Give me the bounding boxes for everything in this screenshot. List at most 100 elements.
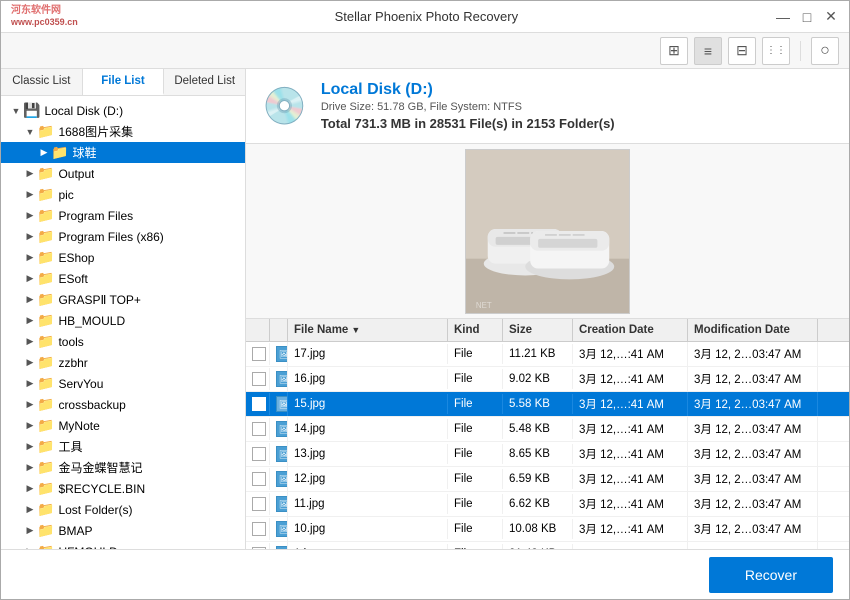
expand-icon[interactable]: ▶ [23, 503, 37, 517]
expand-icon[interactable]: ▶ [37, 146, 51, 160]
file-name-f3: 15.jpg [288, 394, 448, 414]
expand-icon[interactable]: ▶ [23, 251, 37, 265]
minimize-button[interactable]: — [775, 9, 791, 25]
col-creation-header[interactable]: Creation Date [573, 319, 688, 341]
tree-item-eshop[interactable]: ▶ 📁 EShop [1, 247, 245, 268]
checkbox-icon[interactable] [252, 372, 266, 386]
expand-icon[interactable]: ▶ [23, 293, 37, 307]
col-kind-label: Kind [454, 324, 480, 336]
file-checkbox-f2[interactable] [246, 368, 270, 390]
tree-item-crossbackup[interactable]: ▶ 📁 crossbackup [1, 394, 245, 415]
file-row-f7[interactable]: 🖼 11.jpg File 6.62 KB 3月 12,…:41 AM 3月 1… [246, 492, 849, 517]
checkbox-icon[interactable] [252, 522, 266, 536]
panel-toggle-button[interactable]: ○ [811, 37, 839, 65]
file-icon-f2: 🖼 [270, 367, 288, 391]
expand-icon[interactable]: ▼ [9, 104, 23, 118]
tree-item-zzbhr[interactable]: ▶ 📁 zzbhr [1, 352, 245, 373]
tree-item-1688[interactable]: ▼ 📁 1688图片采集 [1, 121, 245, 142]
expand-icon[interactable]: ▶ [23, 419, 37, 433]
file-row-f4[interactable]: 🖼 14.jpg File 5.48 KB 3月 12,…:41 AM 3月 1… [246, 417, 849, 442]
view-columns-button[interactable]: ⊟ [728, 37, 756, 65]
expand-icon[interactable]: ▶ [23, 398, 37, 412]
tree-item-tools[interactable]: ▶ 📁 tools [1, 331, 245, 352]
folder-icon: 📁 [37, 228, 54, 245]
expand-icon[interactable]: ▶ [23, 314, 37, 328]
file-icon-f5: 🖼 [270, 442, 288, 466]
expand-icon[interactable]: ▶ [23, 356, 37, 370]
tree-item-tools2[interactable]: ▶ 📁 工具 [1, 436, 245, 457]
expand-icon[interactable]: ▶ [23, 461, 37, 475]
file-checkbox-f4[interactable] [246, 418, 270, 440]
tab-classic-list[interactable]: Classic List [1, 69, 83, 95]
expand-icon[interactable]: ▶ [23, 188, 37, 202]
file-name-f2: 16.jpg [288, 369, 448, 389]
tree-item-bmap[interactable]: ▶ 📁 BMAP [1, 520, 245, 541]
tree-item-local-disk[interactable]: ▼ 💾 Local Disk (D:) [1, 100, 245, 121]
tree-item-output[interactable]: ▶ 📁 Output [1, 163, 245, 184]
col-kind-header[interactable]: Kind [448, 319, 503, 341]
tab-file-list[interactable]: File List [83, 69, 165, 95]
close-button[interactable]: ✕ [823, 9, 839, 25]
file-row-f2[interactable]: 🖼 16.jpg File 9.02 KB 3月 12,…:41 AM 3月 1… [246, 367, 849, 392]
view-list-button[interactable]: ≡ [694, 37, 722, 65]
tree-item-pic[interactable]: ▶ 📁 pic [1, 184, 245, 205]
file-row-f1[interactable]: 🖼 17.jpg File 11.21 KB 3月 12,…:41 AM 3月 … [246, 342, 849, 367]
expand-icon[interactable]: ▶ [23, 440, 37, 454]
expand-icon[interactable]: ▼ [23, 125, 37, 139]
file-icon-f3: 🖼 [270, 392, 288, 416]
expand-icon[interactable]: ▶ [23, 482, 37, 496]
col-modification-header[interactable]: Modification Date [688, 319, 818, 341]
file-row-f3[interactable]: 🖼 15.jpg File 5.58 KB 3月 12,…:41 AM 3月 1… [246, 392, 849, 417]
expand-icon[interactable]: ▶ [23, 272, 37, 286]
expand-icon[interactable]: ▶ [23, 377, 37, 391]
file-checkbox-f5[interactable] [246, 443, 270, 465]
expand-icon[interactable]: ▶ [23, 209, 37, 223]
file-thumb-icon: 🖼 [276, 346, 288, 362]
tree-item-jdjzhy[interactable]: ▶ 📁 金马金蝶智慧记 [1, 457, 245, 478]
recover-button[interactable]: Recover [709, 557, 833, 593]
checkbox-icon[interactable] [252, 497, 266, 511]
file-checkbox-f6[interactable] [246, 468, 270, 490]
tree-view[interactable]: ▼ 💾 Local Disk (D:) ▼ 📁 1688图片采集 ▶ 📁 球鞋 [1, 96, 245, 549]
view-grid-button[interactable]: ⊞ [660, 37, 688, 65]
tree-item-program-files[interactable]: ▶ 📁 Program Files [1, 205, 245, 226]
expand-icon[interactable]: ▶ [23, 524, 37, 538]
file-row-f9[interactable]: 🖼 1.jpg File 21.43 KB 3月 12,…:41 AM 3月 1… [246, 542, 849, 549]
checkbox-icon[interactable] [252, 397, 266, 411]
folder-icon: 📁 [37, 396, 54, 413]
file-row-f5[interactable]: 🖼 13.jpg File 8.65 KB 3月 12,…:41 AM 3月 1… [246, 442, 849, 467]
col-name-header[interactable]: File Name ▼ [288, 319, 448, 341]
file-thumb-icon: 🖼 [276, 521, 288, 537]
tree-item-program-files-x86[interactable]: ▶ 📁 Program Files (x86) [1, 226, 245, 247]
file-thumb-icon: 🖼 [276, 371, 288, 387]
watermark-text: 河东软件网 www.pc0359.cn [11, 5, 78, 28]
checkbox-icon[interactable] [252, 422, 266, 436]
expand-icon[interactable]: ▶ [23, 335, 37, 349]
file-row-f8[interactable]: 🖼 10.jpg File 10.08 KB 3月 12,…:41 AM 3月 … [246, 517, 849, 542]
tree-item-esoft[interactable]: ▶ 📁 ESoft [1, 268, 245, 289]
checkbox-icon[interactable] [252, 447, 266, 461]
file-checkbox-f8[interactable] [246, 518, 270, 540]
checkbox-icon[interactable] [252, 347, 266, 361]
maximize-button[interactable]: □ [799, 9, 815, 25]
file-checkbox-f3[interactable] [246, 393, 270, 415]
expand-icon[interactable]: ▶ [23, 167, 37, 181]
tree-item-label: pic [58, 188, 73, 202]
tree-item-recycle[interactable]: ▶ 📁 $RECYCLE.BIN [1, 478, 245, 499]
tab-deleted-list[interactable]: Deleted List [164, 69, 245, 95]
checkbox-icon[interactable] [252, 472, 266, 486]
tree-item-mynote[interactable]: ▶ 📁 MyNote [1, 415, 245, 436]
tree-item-grasp[interactable]: ▶ 📁 GRASPⅡ TOP+ [1, 289, 245, 310]
tree-item-qiuxie[interactable]: ▶ 📁 球鞋 [1, 142, 245, 163]
view-detail-button[interactable]: ⋮⋮ [762, 37, 790, 65]
tree-item-servyou[interactable]: ▶ 📁 ServYou [1, 373, 245, 394]
file-row-f6[interactable]: 🖼 12.jpg File 6.59 KB 3月 12,…:41 AM 3月 1… [246, 467, 849, 492]
tree-item-hb-mould[interactable]: ▶ 📁 HB_MOULD [1, 310, 245, 331]
col-size-header[interactable]: Size [503, 319, 573, 341]
file-checkbox-f1[interactable] [246, 343, 270, 365]
file-checkbox-f7[interactable] [246, 493, 270, 515]
file-list-body[interactable]: 🖼 17.jpg File 11.21 KB 3月 12,…:41 AM 3月 … [246, 342, 849, 549]
tree-item-ufmould[interactable]: ▶ 📁 UFMOULD [1, 541, 245, 549]
tree-item-lost[interactable]: ▶ 📁 Lost Folder(s) [1, 499, 245, 520]
expand-icon[interactable]: ▶ [23, 230, 37, 244]
